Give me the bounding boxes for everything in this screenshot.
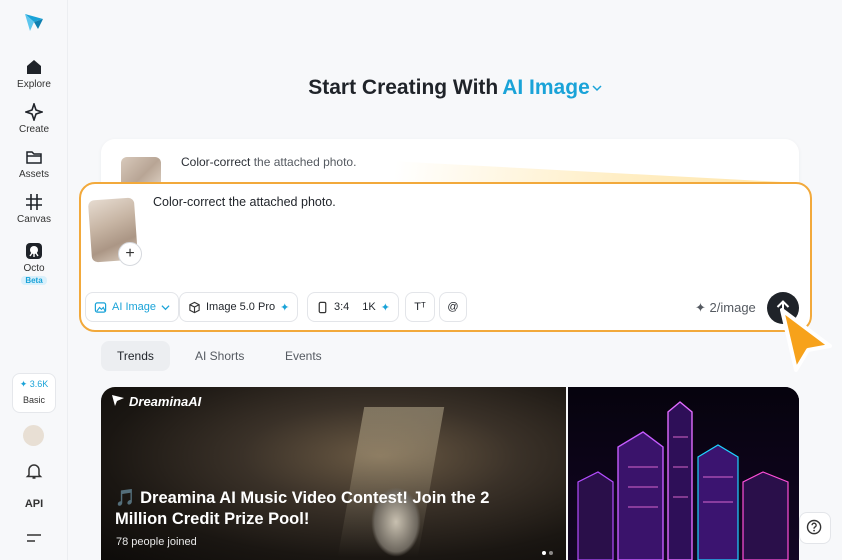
carousel-dots[interactable]	[539, 542, 553, 560]
cost-indicator: ✦ 2/image	[695, 300, 756, 316]
beta-badge: Beta	[21, 276, 47, 285]
tab-ai-shorts[interactable]: AI Shorts	[179, 341, 260, 371]
previous-prompt-rest: the attached photo.	[250, 155, 357, 169]
tab-trends[interactable]: Trends	[101, 341, 170, 371]
ratio-label: 3:4	[334, 301, 350, 313]
text-style-button[interactable]: Tᵀ	[405, 292, 435, 322]
help-button[interactable]	[799, 512, 831, 544]
sidebar-item-label: Assets	[18, 169, 49, 180]
sidebar-item-create[interactable]: Create	[0, 103, 68, 135]
neon-city-card[interactable]	[568, 387, 799, 560]
model-chip[interactable]: Image 5.0 Pro ✦	[179, 292, 299, 322]
previous-prompt-text: Color-correct the attached photo.	[181, 155, 356, 169]
app-logo-icon[interactable]	[22, 10, 46, 34]
chevron-down-icon	[592, 85, 602, 92]
api-link[interactable]: API	[0, 498, 68, 510]
sidebar-item-label: Create	[18, 124, 49, 135]
text-style-icon: Tᵀ	[414, 301, 426, 313]
carousel-dot[interactable]	[542, 551, 546, 555]
page-title-text: Start Creating With	[308, 76, 499, 99]
ratio-chip[interactable]: 3:4 1K ✦	[307, 292, 399, 322]
mode-chip[interactable]: AI Image	[85, 292, 180, 322]
brand-label: DreaminaAI	[129, 394, 202, 409]
mention-button[interactable]: @	[439, 292, 467, 322]
menu-icon[interactable]	[26, 532, 42, 544]
sidebar-item-assets[interactable]: Assets	[0, 148, 68, 180]
pointer-cursor-icon	[780, 308, 832, 372]
sidebar-item-explore[interactable]: Explore	[0, 58, 68, 90]
plan-label: Basic	[22, 395, 45, 405]
page-title: Start Creating With AI Image	[68, 76, 842, 100]
sparkle-icon: ✦	[380, 301, 390, 314]
cost-label: 2/image	[709, 300, 756, 315]
previous-prompt-main: Color-correct	[181, 155, 251, 169]
cube-icon	[189, 301, 200, 313]
sidebar-item-label: Canvas	[17, 214, 51, 225]
home-icon	[27, 60, 41, 74]
mode-selector-label: AI Image	[502, 76, 590, 99]
help-icon	[806, 519, 822, 535]
model-chip-label: Image 5.0 Pro	[206, 301, 276, 313]
neon-city-image	[568, 387, 799, 560]
mention-label: @	[447, 301, 459, 313]
avatar[interactable]	[23, 425, 44, 446]
credits-badge[interactable]: ✦ 3.6K Basic	[12, 373, 56, 413]
mode-chip-label: AI Image	[112, 301, 157, 313]
chevron-down-icon	[161, 304, 170, 310]
banner-title: 🎵 Dreamina AI Music Video Contest! Join …	[115, 489, 490, 528]
image-icon	[94, 301, 107, 313]
joined-count: 78 people joined	[116, 536, 197, 548]
folder-icon	[26, 151, 42, 164]
sidebar-item-label: Octo	[23, 263, 45, 274]
prompt-input[interactable]: Color-correct the attached photo.	[153, 195, 336, 209]
sparkle-icon: ✦	[695, 300, 706, 315]
contest-banner[interactable]: DreaminaAI 🎵 Dreamina AI Music Video Con…	[101, 387, 566, 560]
carousel-dot[interactable]	[549, 551, 553, 555]
brand-logo-icon	[112, 395, 124, 406]
sidebar-item-octo[interactable]: Octo Beta	[0, 242, 68, 286]
sidebar: Explore Create Assets Canvas Octo Beta ✦…	[0, 0, 68, 560]
sparkle-icon: ✦	[280, 301, 290, 314]
octo-icon	[26, 243, 42, 259]
bell-icon[interactable]	[25, 462, 43, 480]
sidebar-item-label: Explore	[17, 79, 51, 90]
resolution-label: 1K	[362, 301, 376, 313]
add-attachment-button[interactable]: +	[118, 242, 142, 266]
sparkle-outline-icon	[25, 103, 43, 121]
prompt-card: + Color-correct the attached photo. AI I…	[79, 182, 812, 332]
tab-events[interactable]: Events	[269, 341, 338, 371]
mode-selector[interactable]: AI Image	[502, 76, 602, 99]
sidebar-item-canvas[interactable]: Canvas	[0, 193, 68, 225]
credits-amount: ✦ 3.6K	[19, 379, 49, 389]
aspect-ratio-icon	[318, 301, 327, 313]
canvas-grid-icon	[26, 194, 42, 210]
